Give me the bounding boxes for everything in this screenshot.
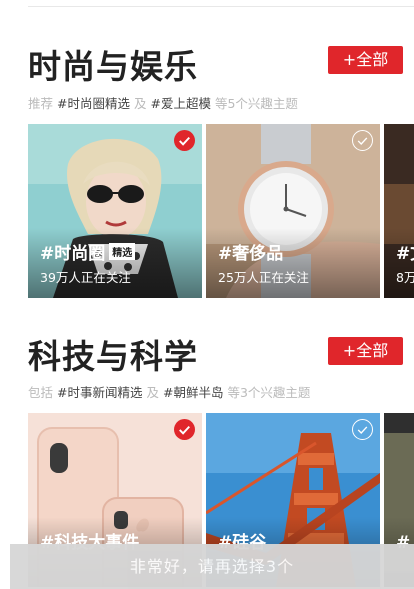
section-title: 科技与科学 bbox=[28, 337, 198, 376]
topic-link[interactable]: #时事新闻精选 bbox=[57, 385, 142, 400]
section-tech-science: 科技与科学 +全部 包括 #时事新闻精选 及 #朝鲜半岛 等3个兴趣主题 #科技… bbox=[0, 0, 414, 589]
topic-link[interactable]: #朝鲜半岛 bbox=[163, 385, 223, 400]
checkmark-selected-icon[interactable] bbox=[174, 419, 195, 440]
checkmark-unselected-icon[interactable] bbox=[352, 419, 373, 440]
select-more-bar[interactable]: 非常好，请再选择3个 bbox=[10, 544, 414, 589]
interest-selection-screen: 时尚与娱乐 +全部 推荐 #时尚圈精选 及 #爱上超模 等5个兴趣主题 #时尚圈… bbox=[0, 0, 414, 589]
section-subtitle: 包括 #时事新闻精选 及 #朝鲜半岛 等3个兴趣主题 bbox=[28, 385, 311, 400]
all-button[interactable]: +全部 bbox=[328, 337, 403, 365]
